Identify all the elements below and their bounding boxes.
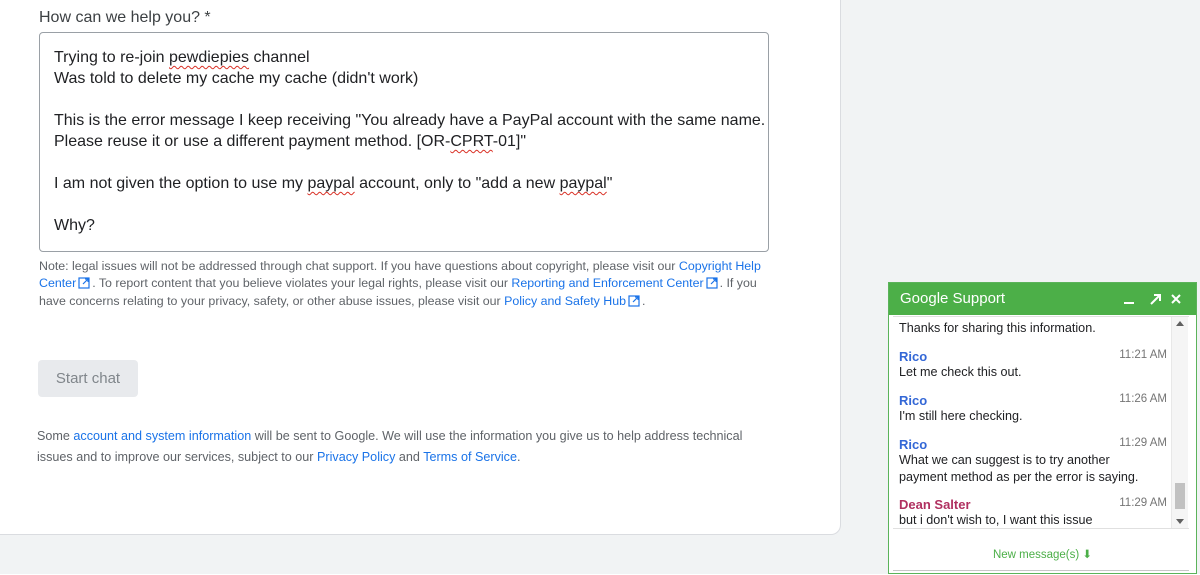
- popout-icon[interactable]: [1145, 289, 1165, 309]
- external-link-icon[interactable]: [705, 276, 718, 294]
- close-icon[interactable]: [1166, 289, 1186, 309]
- new-messages-indicator[interactable]: New message(s) ⬇: [889, 547, 1196, 561]
- account-system-info-link[interactable]: account and system information: [73, 429, 251, 443]
- chat-message: Dean Salter 11:29 AM but i don't wish to…: [899, 497, 1167, 528]
- chat-message-text: but i don't wish to, I want this issue r…: [899, 513, 1093, 527]
- reporting-enforcement-center-link[interactable]: Reporting and Enforcement Center: [511, 276, 703, 290]
- privacy-policy-link[interactable]: Privacy Policy: [317, 450, 395, 464]
- note-text: . To report content that you believe vio…: [92, 275, 512, 290]
- chat-message-text: Thanks for sharing this information.: [899, 321, 1096, 335]
- note-text: .: [642, 294, 646, 308]
- chat-timestamp: 11:29 AM: [1119, 437, 1167, 449]
- chat-header: Google Support: [889, 283, 1196, 315]
- message-text: Please reuse it or use a different payme…: [54, 133, 451, 150]
- message-text: channel: [249, 49, 310, 66]
- info-text: .: [516, 450, 521, 464]
- minimize-icon[interactable]: [1119, 289, 1139, 309]
- message-line: This is the error message I keep receivi…: [54, 110, 765, 131]
- scroll-thumb[interactable]: [1175, 483, 1185, 509]
- chat-timestamp: 11:29 AM: [1119, 497, 1167, 509]
- start-chat-button[interactable]: Start chat: [38, 360, 138, 397]
- chat-message-text: Let me check this out.: [899, 365, 1022, 379]
- message-text: ": [606, 175, 613, 192]
- scroll-down-arrow-icon[interactable]: [1176, 519, 1184, 524]
- message-line: [54, 89, 754, 110]
- message-line: Why?: [54, 215, 754, 236]
- chat-title: Google Support: [900, 290, 1006, 307]
- message-text: Why?: [54, 217, 95, 234]
- scroll-up-arrow-icon[interactable]: [1176, 321, 1184, 326]
- chat-message: Rico 11:29 AM What we can suggest is to …: [899, 437, 1167, 485]
- chat-timestamp: 11:21 AM: [1119, 349, 1167, 361]
- message-text: Was told to delete my cache my cache (di…: [54, 70, 419, 87]
- info-disclosure: Some account and system information will…: [37, 426, 777, 468]
- external-link-icon[interactable]: [78, 276, 90, 294]
- message-field-label: How can we help you? *: [39, 9, 211, 26]
- misspelled-word: CPRT: [450, 133, 493, 150]
- message-text: I am not given the option to use my: [54, 175, 308, 192]
- chat-message-text: I'm still here checking.: [899, 409, 1023, 423]
- message-textarea[interactable]: Trying to re-join pewdiepies channel Was …: [39, 32, 769, 252]
- message-text: -01]": [492, 133, 526, 150]
- chat-timestamp: 11:26 AM: [1119, 393, 1167, 405]
- message-text: account, only to "add a new: [354, 175, 560, 192]
- message-text: Trying to re-join: [54, 49, 169, 66]
- chat-input[interactable]: [893, 570, 1189, 575]
- chat-message: Rico 11:26 AM I'm still here checking.: [899, 393, 1167, 425]
- message-line: Was told to delete my cache my cache (di…: [54, 68, 754, 89]
- chat-scrollbar[interactable]: [1171, 317, 1188, 528]
- message-line: I am not given the option to use my payp…: [54, 173, 754, 194]
- legal-note: Note: legal issues will not be addressed…: [39, 258, 774, 312]
- misspelled-word: paypal: [559, 175, 607, 192]
- message-line: Trying to re-join pewdiepies channel: [54, 47, 754, 68]
- misspelled-word: pewdiepies: [169, 49, 250, 66]
- info-text: Some: [37, 429, 74, 443]
- chat-transcript[interactable]: Thanks for sharing this information. Ric…: [893, 316, 1189, 529]
- support-chat-window: Google Support Thanks for sharing this i…: [888, 282, 1197, 574]
- message-line: [54, 152, 754, 173]
- info-text: and: [395, 450, 424, 464]
- chat-message-text: What we can suggest is to try another pa…: [899, 453, 1139, 484]
- external-link-icon[interactable]: [628, 295, 640, 312]
- message-line: [54, 194, 754, 215]
- chat-message: Rico 11:21 AM Let me check this out.: [899, 349, 1167, 381]
- message-line: Please reuse it or use a different payme…: [54, 131, 754, 152]
- message-text: This is the error message I keep receivi…: [54, 112, 766, 129]
- policy-safety-hub-link[interactable]: Policy and Safety Hub: [504, 294, 626, 308]
- misspelled-word: paypal: [307, 175, 355, 192]
- note-text: Note: legal issues will not be addressed…: [39, 259, 679, 273]
- terms-of-service-link[interactable]: Terms of Service: [423, 450, 517, 464]
